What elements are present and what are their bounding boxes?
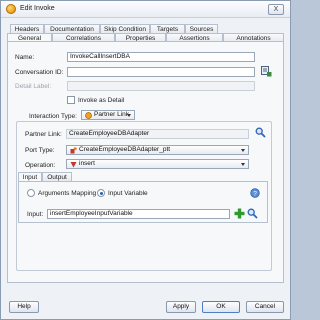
operation-label: Operation: bbox=[25, 162, 56, 169]
dialog-title: Edit Invoke bbox=[20, 5, 55, 12]
search-icon[interactable] bbox=[247, 208, 258, 219]
add-icon[interactable] bbox=[234, 208, 245, 219]
partner-link-label: Partner Link: bbox=[25, 131, 62, 138]
interaction-type-label: Interaction Type: bbox=[27, 113, 79, 120]
input-variable-field[interactable]: insertEmployeeInputVariable bbox=[47, 209, 230, 219]
conversation-id-builder-icon[interactable] bbox=[261, 66, 272, 77]
conversation-id-field[interactable] bbox=[67, 67, 255, 77]
name-field[interactable]: InvokeCallInsertDBA bbox=[67, 52, 255, 62]
port-type-dropdown[interactable]: CreateEmployeeDBAdapter_ptt bbox=[66, 145, 249, 155]
name-label: Name: bbox=[15, 54, 35, 61]
conversation-id-label: Conversation ID: bbox=[15, 69, 64, 76]
partner-link-field: CreateEmployeeDBAdapter bbox=[66, 129, 249, 139]
arguments-mapping-label: Arguments Mapping bbox=[38, 190, 97, 197]
port-type-label: Port Type: bbox=[25, 147, 55, 154]
chevron-down-icon bbox=[241, 163, 245, 166]
operation-value: insert bbox=[79, 160, 95, 167]
ok-button[interactable]: OK bbox=[202, 301, 240, 313]
invoke-as-detail-label: Invoke as Detail bbox=[78, 97, 125, 104]
edit-invoke-dialog: Edit Invoke X Headers Documentation Skip… bbox=[0, 0, 291, 320]
search-icon[interactable] bbox=[255, 127, 266, 138]
input-variable-radio[interactable] bbox=[97, 189, 105, 197]
detail-label-field bbox=[67, 81, 255, 91]
partner-link-icon bbox=[85, 112, 92, 119]
svg-text:?: ? bbox=[253, 191, 257, 198]
chevron-down-icon bbox=[241, 149, 245, 152]
invoke-as-detail-checkbox[interactable] bbox=[67, 96, 75, 104]
detail-label-label: Detail Label: bbox=[15, 83, 52, 90]
help-icon[interactable]: ? bbox=[250, 188, 260, 198]
input-label: Input: bbox=[27, 211, 44, 218]
close-button[interactable]: X bbox=[268, 4, 284, 15]
port-type-value: CreateEmployeeDBAdapter_ptt bbox=[79, 146, 171, 153]
cancel-button[interactable]: Cancel bbox=[246, 301, 284, 313]
help-button[interactable]: Help bbox=[9, 301, 39, 313]
port-type-icon bbox=[70, 147, 77, 154]
arguments-mapping-radio[interactable] bbox=[27, 189, 35, 197]
title-bar: Edit Invoke X bbox=[1, 1, 290, 18]
apply-button[interactable]: Apply bbox=[166, 301, 196, 313]
operation-icon bbox=[70, 162, 77, 168]
invoke-icon bbox=[6, 4, 16, 14]
interaction-type-dropdown[interactable]: Partner Link bbox=[81, 110, 135, 120]
operation-dropdown[interactable]: insert bbox=[66, 159, 249, 169]
interaction-type-value: Partner Link bbox=[94, 111, 130, 118]
chevron-down-icon bbox=[127, 114, 131, 117]
input-variable-label: Input Variable bbox=[108, 190, 148, 197]
